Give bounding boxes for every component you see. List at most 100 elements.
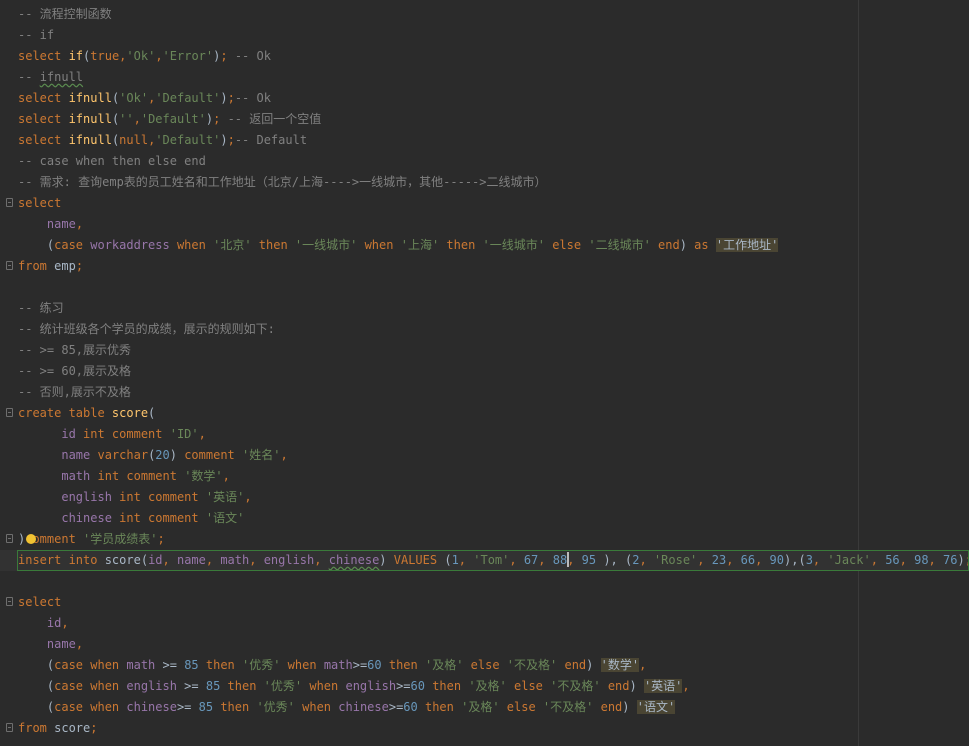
token-string: '不及格' bbox=[506, 658, 558, 672]
fold-marker-icon[interactable] bbox=[6, 261, 13, 270]
token-number: 98 bbox=[914, 553, 929, 567]
token-keyword: select bbox=[18, 49, 69, 63]
token-number: 3 bbox=[805, 553, 813, 567]
token-number: 67 bbox=[523, 553, 539, 567]
code-line[interactable]: english int comment '英语', bbox=[0, 487, 969, 508]
code-line[interactable]: select if(true,'Ok','Error'); -- Ok bbox=[0, 46, 969, 67]
token-comment: -- >= 85,展示优秀 bbox=[18, 343, 132, 357]
token-keyword: then bbox=[213, 700, 257, 714]
fold-marker-icon[interactable] bbox=[6, 408, 13, 417]
fold-marker-icon[interactable] bbox=[6, 198, 13, 207]
code-line[interactable]: select bbox=[0, 193, 969, 214]
code-line[interactable]: select ifnull('Ok','Default');-- Ok bbox=[0, 88, 969, 109]
token-identifier: chinese bbox=[126, 700, 177, 714]
token-keyword: , bbox=[280, 448, 288, 462]
token-string: '北京' bbox=[213, 238, 252, 252]
code-line-current[interactable]: insert into score(id, name, math, englis… bbox=[0, 550, 969, 571]
code-line[interactable] bbox=[0, 571, 969, 592]
code-line[interactable]: select ifnull(null,'Default');-- Default bbox=[0, 130, 969, 151]
code-line[interactable]: )comment '学员成绩表'; bbox=[0, 529, 969, 550]
token-function: ifnull bbox=[68, 112, 112, 126]
code-line[interactable]: id, bbox=[0, 613, 969, 634]
token-keyword: VALUES bbox=[393, 553, 445, 567]
code-line[interactable]: name varchar(20) comment '姓名', bbox=[0, 445, 969, 466]
token-keyword: end bbox=[557, 658, 587, 672]
code-line[interactable]: chinese int comment '语文' bbox=[0, 508, 969, 529]
token-identifier: english bbox=[345, 679, 397, 693]
code-line[interactable]: -- >= 85,展示优秀 bbox=[0, 340, 969, 361]
fold-marker-icon[interactable] bbox=[6, 723, 13, 732]
code-line[interactable]: (case when math >= 85 then '优秀' when mat… bbox=[0, 655, 969, 676]
token-keyword: create table bbox=[18, 406, 112, 420]
code-editor[interactable]: -- 流程控制函数 -- if select if(true,'Ok','Error… bbox=[0, 0, 969, 746]
token-plain: ) bbox=[169, 448, 185, 462]
code-line[interactable]: -- 练习 bbox=[0, 298, 969, 319]
token-keyword: case when bbox=[54, 679, 127, 693]
fold-marker-icon[interactable] bbox=[6, 597, 13, 606]
code-line[interactable]: create table score( bbox=[0, 403, 969, 424]
code-line[interactable]: from emp; bbox=[0, 256, 969, 277]
code-line[interactable]: math int comment '数学', bbox=[0, 466, 969, 487]
code-line[interactable]: (case when chinese>= 85 then '优秀' when c… bbox=[0, 697, 969, 718]
code-line[interactable] bbox=[0, 277, 969, 298]
token-keyword: , bbox=[755, 553, 770, 567]
token-string: '学员成绩表' bbox=[83, 532, 158, 546]
token-keyword: insert into bbox=[18, 553, 105, 567]
code-line[interactable]: -- 需求: 查询emp表的员工姓名和工作地址（北京/上海---->一线城市，其… bbox=[0, 172, 969, 193]
token-keyword: ; bbox=[75, 259, 84, 273]
token-string: '不及格' bbox=[542, 700, 594, 714]
token-string: '优秀' bbox=[263, 679, 303, 693]
code-line[interactable]: select bbox=[0, 592, 969, 613]
code-line[interactable]: -- 流程控制函数 bbox=[0, 4, 969, 25]
code-lines[interactable]: -- 流程控制函数 -- if select if(true,'Ok','Error… bbox=[0, 4, 969, 739]
code-line[interactable]: -- 统计班级各个学员的成绩，展示的规则如下: bbox=[0, 319, 969, 340]
token-identifier: chinese bbox=[328, 553, 380, 567]
token-comment: -- Ok bbox=[234, 49, 271, 63]
code-line[interactable]: -- >= 60,展示及格 bbox=[0, 361, 969, 382]
token-keyword: then bbox=[439, 238, 483, 252]
token-keyword: , bbox=[162, 553, 177, 567]
token-identifier: english bbox=[61, 490, 112, 504]
token-plain: emp bbox=[54, 259, 76, 273]
intention-bulb-icon[interactable] bbox=[26, 534, 36, 544]
token-string: '优秀' bbox=[242, 658, 281, 672]
token-string: '姓名' bbox=[242, 448, 281, 462]
token-keyword: , bbox=[509, 553, 524, 567]
token-keyword: select bbox=[18, 196, 62, 210]
token-identifier: workaddress bbox=[90, 238, 170, 252]
token-plain: ) bbox=[220, 133, 228, 147]
token-keyword: , bbox=[155, 49, 163, 63]
fold-marker-icon[interactable] bbox=[6, 534, 13, 543]
token-string: '及格' bbox=[424, 658, 464, 672]
token-plain: ), bbox=[596, 553, 625, 567]
token-keyword: , bbox=[133, 112, 141, 126]
token-string: 'Ok' bbox=[126, 49, 156, 63]
token-identifier: name bbox=[46, 217, 76, 231]
token-string: 'ID' bbox=[169, 427, 199, 441]
token-keyword: , bbox=[249, 553, 264, 567]
token-plain: ( bbox=[18, 238, 55, 252]
token-keyword: , bbox=[75, 637, 84, 651]
token-keyword: ; bbox=[213, 112, 228, 126]
code-line[interactable]: name, bbox=[0, 634, 969, 655]
token-keyword: , bbox=[75, 217, 84, 231]
code-line[interactable]: from score; bbox=[0, 718, 969, 739]
token-keyword: when bbox=[280, 658, 324, 672]
token-plain: >= bbox=[176, 700, 199, 714]
code-line[interactable]: id int comment 'ID', bbox=[0, 424, 969, 445]
token-plain: ) bbox=[220, 91, 228, 105]
code-line[interactable]: select ifnull('','Default'); -- 返回一个空值 bbox=[0, 109, 969, 130]
token-string: '不及格' bbox=[550, 679, 601, 693]
code-line[interactable]: (case when english >= 85 then '优秀' when … bbox=[0, 676, 969, 697]
token-keyword: null bbox=[119, 133, 149, 147]
code-line[interactable]: name, bbox=[0, 214, 969, 235]
token-plain: ( bbox=[18, 658, 55, 672]
token-plain: ( bbox=[140, 553, 149, 567]
code-line[interactable]: -- case when then else end bbox=[0, 151, 969, 172]
token-keyword: then bbox=[251, 238, 295, 252]
code-line[interactable]: -- 否则,展示不及格 bbox=[0, 382, 969, 403]
code-line[interactable]: (case workaddress when '北京' then '一线城市' … bbox=[0, 235, 969, 256]
code-line[interactable]: -- ifnull bbox=[0, 67, 969, 88]
token-keyword: int comment bbox=[111, 490, 206, 504]
code-line[interactable]: -- if bbox=[0, 25, 969, 46]
